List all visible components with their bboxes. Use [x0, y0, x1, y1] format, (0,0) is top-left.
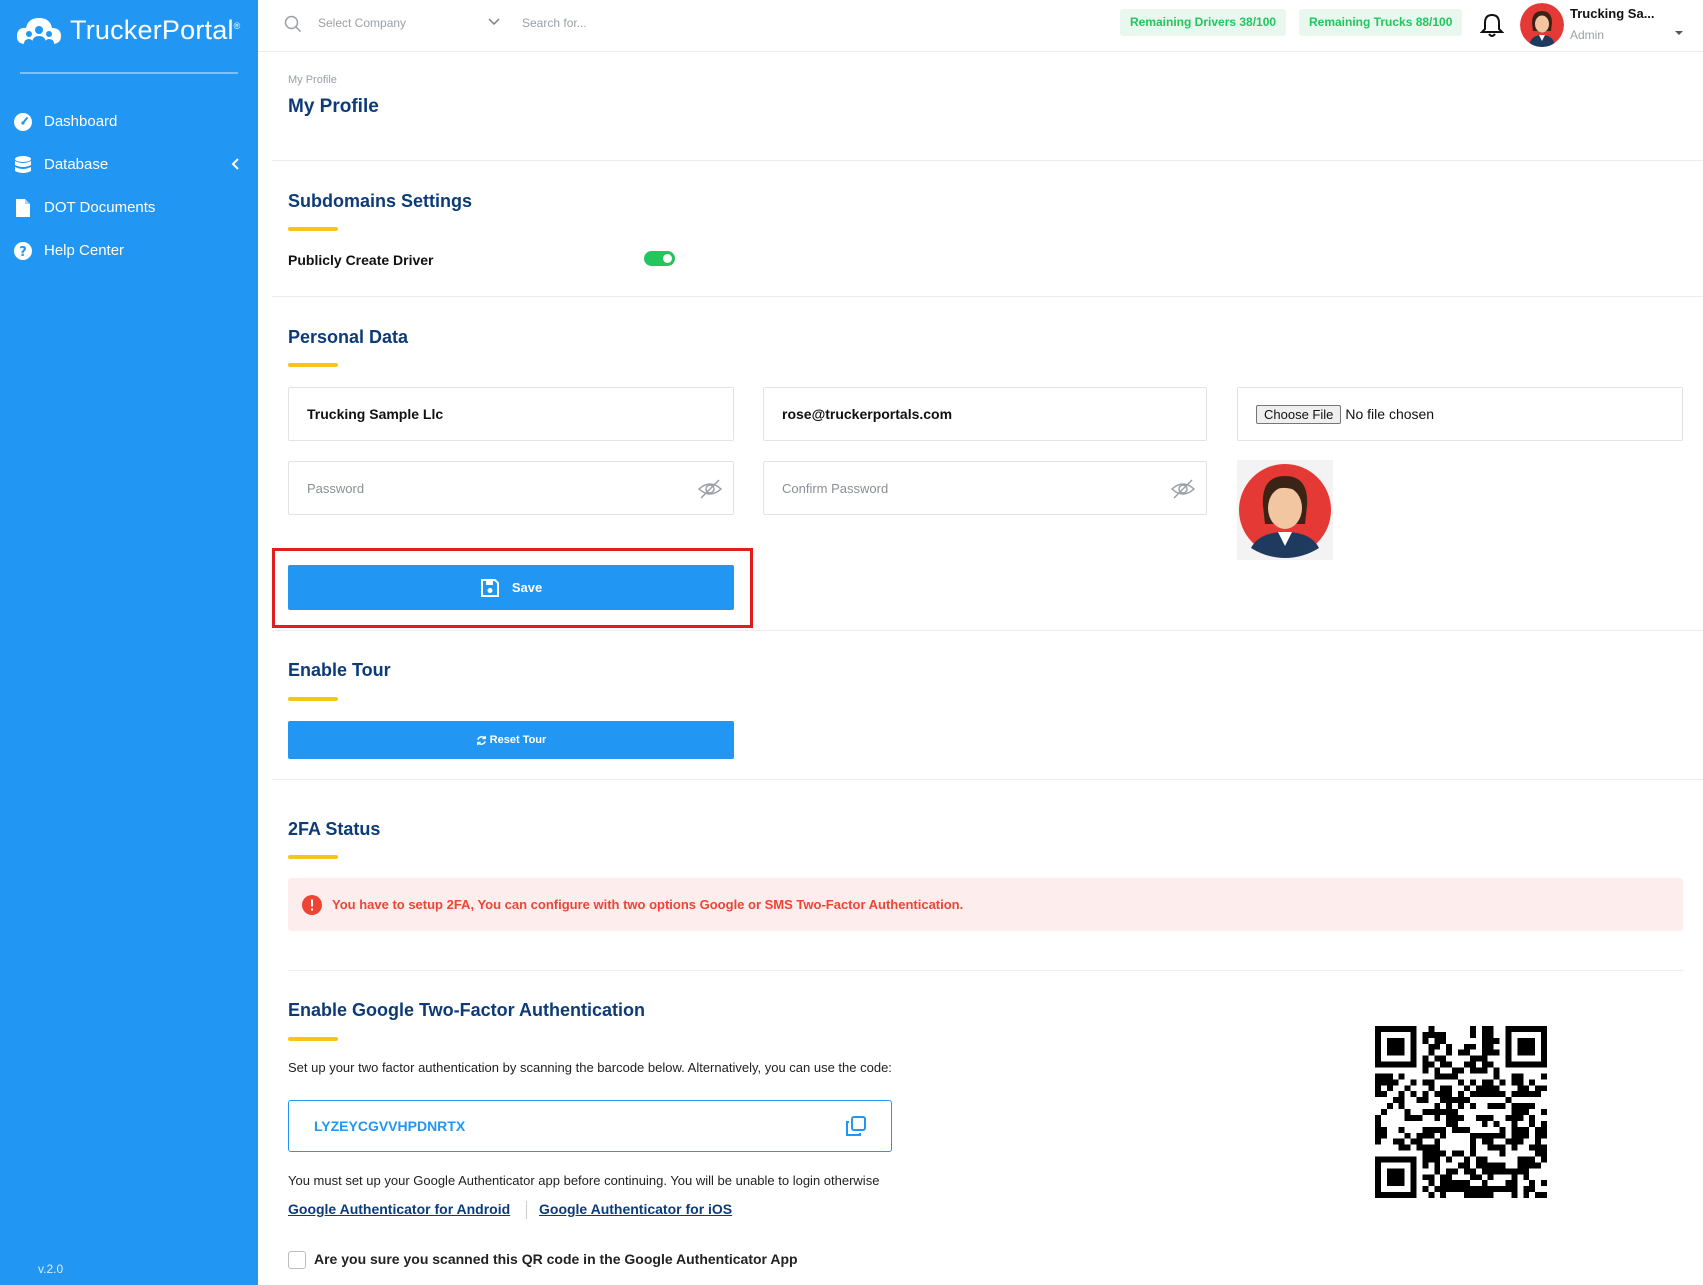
- remaining-trucks-badge: Remaining Trucks 88/100: [1299, 9, 1463, 36]
- divider: [272, 630, 1703, 631]
- company-name-value: Trucking Sample Llc: [307, 406, 444, 422]
- authenticator-warning: You must set up your Google Authenticato…: [288, 1173, 880, 1188]
- choose-file-button[interactable]: Choose File: [1256, 404, 1342, 424]
- user-role: Admin: [1570, 28, 1605, 42]
- main-content: My Profile My Profile Subdomains Setting…: [258, 52, 1703, 1285]
- breadcrumb: My Profile: [288, 74, 337, 86]
- section-underline: [288, 227, 338, 231]
- publicly-create-driver-label: Publicly Create Driver: [288, 252, 434, 268]
- sidebar-item-label: Help Center: [44, 242, 125, 259]
- confirm-scanned-label: Are you sure you scanned this QR code in…: [314, 1251, 798, 1267]
- twofa-status-title: 2FA Status: [288, 819, 381, 839]
- page-title: My Profile: [288, 96, 379, 117]
- chevron-down-icon[interactable]: [488, 18, 500, 26]
- sidebar-item-dashboard[interactable]: Dashboard: [0, 100, 258, 143]
- confirm-password-placeholder: Confirm Password: [782, 480, 889, 496]
- database-icon: [12, 154, 34, 176]
- app-version: v.2.0: [38, 1262, 64, 1276]
- logo-divider: [20, 72, 238, 74]
- divider: [272, 296, 1703, 297]
- save-button[interactable]: Save: [288, 565, 734, 610]
- divider: [288, 970, 1683, 971]
- brand-logo[interactable]: TruckerPortal®: [14, 12, 240, 48]
- section-underline: [288, 697, 338, 701]
- eye-slash-icon[interactable]: [1170, 478, 1196, 500]
- refresh-icon: [476, 735, 486, 745]
- remaining-drivers-badge: Remaining Drivers 38/100: [1120, 9, 1287, 36]
- company-select[interactable]: Select Company: [318, 16, 503, 30]
- enable-tour-title: Enable Tour: [288, 660, 391, 680]
- error-circle-icon: [302, 894, 322, 915]
- section-underline: [288, 855, 338, 859]
- save-button-label: Save: [511, 580, 543, 595]
- eye-slash-icon[interactable]: [697, 478, 723, 500]
- reset-tour-button[interactable]: Reset Tour: [288, 721, 734, 759]
- search-input[interactable]: Search for...: [522, 16, 587, 30]
- divider: [272, 779, 1703, 780]
- sidebar-item-label: DOT Documents: [44, 199, 156, 216]
- svg-text:?: ?: [19, 245, 27, 260]
- bell-icon[interactable]: [1480, 12, 1504, 38]
- section-underline: [288, 363, 338, 367]
- password-field[interactable]: Password: [288, 461, 734, 515]
- reset-tour-label: Reset Tour: [489, 734, 547, 746]
- section-underline: [288, 1037, 338, 1041]
- avatar-file-input[interactable]: Choose File No file chosen: [1237, 387, 1683, 441]
- sidebar-item-dot-documents[interactable]: DOT Documents: [0, 186, 258, 229]
- user-avatar[interactable]: [1520, 3, 1564, 47]
- password-placeholder: Password: [307, 480, 365, 496]
- chevron-left-icon[interactable]: [230, 157, 240, 171]
- qr-code: [1375, 1026, 1547, 1198]
- email-value: rose@truckerportals.com: [782, 406, 953, 422]
- twofa-alert: You have to setup 2FA, You can configure…: [288, 878, 1683, 931]
- link-separator: [526, 1201, 527, 1219]
- publicly-create-driver-toggle[interactable]: [644, 251, 675, 266]
- divider: [272, 160, 1703, 161]
- sidebar-nav: Dashboard Database DOT Documents ? Help …: [0, 100, 258, 272]
- brand-name: TruckerPortal®: [70, 14, 241, 45]
- sidebar: TruckerPortal® Dashboard Database DOT Do…: [0, 0, 258, 1285]
- dashboard-gauge-icon: [12, 111, 34, 133]
- sidebar-item-help-center[interactable]: ? Help Center: [0, 229, 258, 272]
- floppy-disk-icon: [480, 578, 499, 597]
- user-name[interactable]: Trucking Sa...: [1570, 6, 1655, 21]
- confirm-password-field[interactable]: Confirm Password: [763, 461, 1207, 515]
- search-icon: [284, 15, 302, 33]
- google-2fa-instructions: Set up your two factor authentication by…: [288, 1060, 892, 1075]
- copy-icon[interactable]: [845, 1115, 867, 1137]
- sidebar-item-database[interactable]: Database: [0, 143, 258, 186]
- email-field[interactable]: rose@truckerportals.com: [763, 387, 1207, 441]
- topbar: Select Company Search for... Remaining D…: [258, 0, 1703, 52]
- company-name-field[interactable]: Trucking Sample Llc: [288, 387, 734, 441]
- personal-data-title: Personal Data: [288, 327, 409, 347]
- sidebar-item-label: Database: [44, 156, 109, 173]
- secret-code-box: LYZEYCGVVHPDNRTX: [288, 1100, 892, 1152]
- caret-down-icon[interactable]: [1674, 30, 1684, 36]
- ios-authenticator-link[interactable]: Google Authenticator for iOS: [539, 1201, 732, 1217]
- profile-avatar-preview: [1237, 460, 1333, 560]
- help-circle-icon: ?: [12, 240, 34, 262]
- secret-code: LYZEYCGVVHPDNRTX: [314, 1118, 466, 1134]
- subdomains-settings-title: Subdomains Settings: [288, 191, 473, 211]
- document-icon: [12, 197, 34, 219]
- twofa-alert-text: You have to setup 2FA, You can configure…: [332, 897, 964, 912]
- android-authenticator-link[interactable]: Google Authenticator for Android: [288, 1201, 510, 1217]
- confirm-scanned-checkbox[interactable]: [288, 1251, 306, 1269]
- google-2fa-title: Enable Google Two-Factor Authentication: [288, 1000, 646, 1020]
- sidebar-item-label: Dashboard: [44, 113, 118, 130]
- no-file-label: No file chosen: [1345, 406, 1435, 422]
- cloud-people-logo-icon: [16, 18, 61, 44]
